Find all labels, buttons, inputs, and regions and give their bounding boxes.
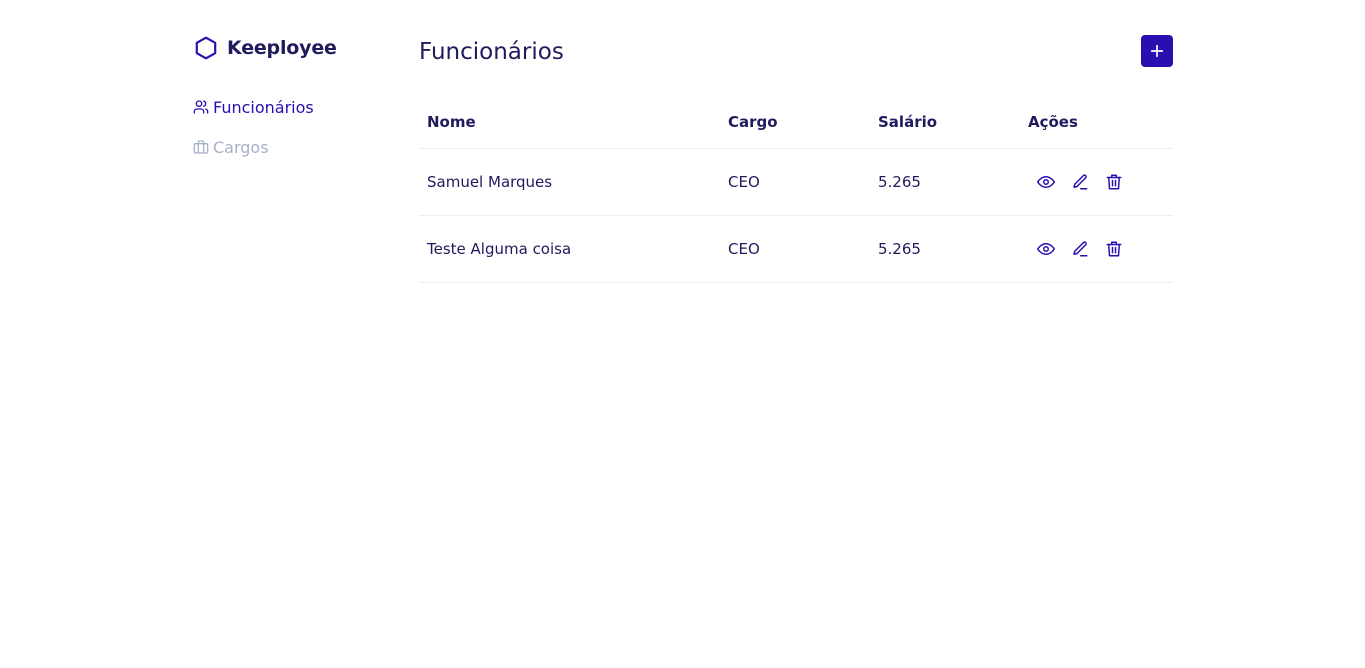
hexagon-icon xyxy=(193,35,227,61)
column-header-acoes: Ações xyxy=(1020,96,1173,149)
table-header-row: Nome Cargo Salário Ações xyxy=(419,96,1173,149)
brand[interactable]: Keeployee xyxy=(193,34,393,62)
eye-icon[interactable] xyxy=(1037,173,1055,191)
column-header-salario: Salário xyxy=(870,96,1020,149)
trash-icon[interactable] xyxy=(1105,173,1123,191)
sidebar-item-cargos[interactable]: Cargos xyxy=(193,136,393,158)
users-icon xyxy=(193,99,213,115)
column-header-nome: Nome xyxy=(419,96,720,149)
page-title: Funcionários xyxy=(419,39,564,65)
cell-salario: 5.265 xyxy=(870,148,1020,216)
briefcase-icon xyxy=(193,139,213,155)
trash-icon[interactable] xyxy=(1105,240,1123,258)
employees-table: Nome Cargo Salário Ações Samuel Marques … xyxy=(419,96,1173,283)
cell-acoes xyxy=(1020,148,1173,216)
cell-nome: Teste Alguma coisa xyxy=(419,215,720,283)
row-actions xyxy=(1028,240,1173,258)
sidebar-item-label: Cargos xyxy=(213,137,269,157)
cell-acoes xyxy=(1020,215,1173,283)
sidebar-item-funcionarios[interactable]: Funcionários xyxy=(193,96,393,118)
cell-cargo: CEO xyxy=(720,215,870,283)
plus-icon xyxy=(1149,43,1165,59)
sidebar-item-label: Funcionários xyxy=(213,97,314,117)
brand-name: Keeployee xyxy=(227,37,337,59)
column-header-cargo: Cargo xyxy=(720,96,870,149)
eye-icon[interactable] xyxy=(1037,240,1055,258)
cell-nome: Samuel Marques xyxy=(419,148,720,216)
add-employee-button[interactable] xyxy=(1141,35,1173,67)
cell-cargo: CEO xyxy=(720,148,870,216)
table-row: Teste Alguma coisa CEO 5.265 xyxy=(419,215,1173,283)
sidebar-nav: Funcionários Cargos xyxy=(193,96,393,158)
row-actions xyxy=(1028,173,1173,191)
pencil-icon[interactable] xyxy=(1071,240,1089,258)
cell-salario: 5.265 xyxy=(870,215,1020,283)
sidebar: Keeployee Funcionários Cargos xyxy=(193,34,393,176)
table-row: Samuel Marques CEO 5.265 xyxy=(419,148,1173,216)
pencil-icon[interactable] xyxy=(1071,173,1089,191)
